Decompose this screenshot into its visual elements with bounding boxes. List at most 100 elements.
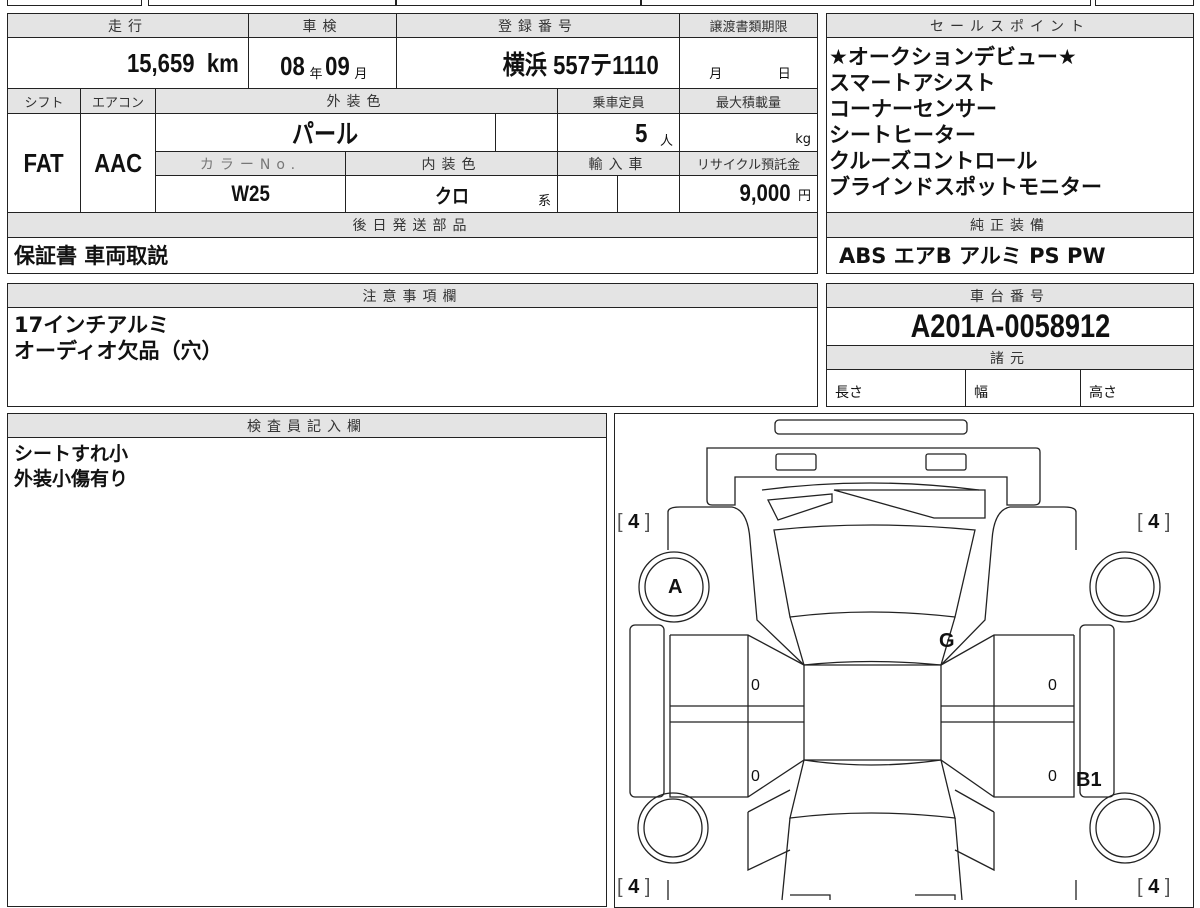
ac-header: エアコン [80, 88, 156, 114]
damage-mark-g: G [939, 630, 955, 652]
interior-color-cell: クロ 系 [345, 175, 558, 213]
bracket: [ [1137, 511, 1143, 533]
day-unit: 日 [777, 67, 791, 82]
equipment-cell: ABS エアB アルミ PS PW [826, 237, 1194, 274]
import-cell [617, 175, 680, 213]
capacity-cell: 5人 [557, 113, 680, 152]
capacity-unit: 人 [659, 134, 673, 149]
mileage-value: 15,659 [126, 47, 195, 78]
later-parts-value: 保証書 車両取説 [14, 243, 169, 268]
bracket: [ [617, 876, 623, 898]
inspection-header: 車検 [248, 13, 397, 38]
tire-tread-value: 4 [1148, 876, 1160, 898]
equipment-header: 純正装備 [826, 212, 1194, 238]
spec-height: 高さ [1080, 369, 1194, 407]
tire-front-left: [ 4 ] [617, 511, 650, 534]
inspection-year: 08 [279, 51, 305, 81]
sales-point-item: クルーズコントロール [829, 149, 1038, 173]
color-no-header: カラーNo. [155, 151, 346, 176]
tire-rear-right: [ 4 ] [1137, 876, 1170, 899]
inspection-month: 09 [324, 51, 350, 81]
tire-tread-value: 4 [628, 876, 640, 898]
inspector-body: シートすれ小 外装小傷有り [7, 437, 607, 907]
tire-rear-left: [ 4 ] [617, 876, 650, 899]
recycle-fee: 9,000 [739, 180, 791, 207]
note-line: オーディオ欠品（穴） [14, 339, 223, 363]
top-cell [7, 0, 142, 6]
import-cell [557, 175, 618, 213]
inspector-line: シートすれ小 [14, 443, 129, 465]
later-parts-cell: 保証書 車両取説 [7, 237, 818, 274]
exterior-color-extra [495, 113, 558, 152]
spec-length: 長さ [826, 369, 966, 407]
equipment-value: ABS エアB アルミ PS PW [839, 243, 1106, 268]
top-cell [641, 0, 1091, 6]
import-header: 輸入車 [557, 151, 680, 176]
door-mark: 0 [751, 677, 760, 694]
registration-cell: 横浜 557テ1110 [396, 37, 680, 89]
spec-header: 諸元 [826, 345, 1194, 370]
notes-body: 17インチアルミ オーディオ欠品（穴） [7, 307, 818, 407]
sales-points-header: セールスポイント [826, 13, 1194, 38]
bracket: ] [1164, 511, 1171, 533]
door-mark: 0 [751, 768, 760, 785]
top-cell [1095, 0, 1194, 6]
inspector-header: 検査員記入欄 [7, 413, 607, 438]
exterior-color-cell: パール [155, 113, 496, 152]
bracket: ] [644, 876, 651, 898]
max-load-unit: kg [795, 132, 811, 147]
top-cell [396, 0, 641, 6]
door-mark: 0 [1048, 768, 1057, 785]
damage-mark-b1: B1 [1076, 769, 1102, 791]
registration-header: 登録番号 [396, 13, 680, 38]
notes-header: 注意事項欄 [7, 283, 818, 308]
inspector-line: 外装小傷有り [14, 468, 129, 490]
chassis-cell: A201A-0058912 [826, 307, 1194, 346]
bracket: ] [1164, 876, 1171, 898]
tire-front-right: [ 4 ] [1137, 511, 1170, 534]
recycle-unit: 円 [797, 188, 811, 204]
exterior-color-header: 外装色 [155, 88, 558, 114]
bracket: [ [617, 511, 623, 533]
recycle-header: リサイクル預託金 [679, 151, 818, 176]
interior-color-header: 内装色 [345, 151, 558, 176]
color-no-cell: W25 [155, 175, 346, 213]
interior-suffix: 系 [537, 194, 551, 209]
sales-point-item: コーナーセンサー [829, 97, 997, 121]
ac-value: AAC [94, 147, 142, 178]
tire-tread-value: 4 [1148, 511, 1160, 533]
shift-header: シフト [7, 88, 81, 114]
bracket: [ [1137, 876, 1143, 898]
spec-width: 幅 [965, 369, 1081, 407]
sales-points-list: ★オークションデビュー★ スマートアシスト コーナーセンサー シートヒーター ク… [826, 37, 1194, 213]
sales-point-item: シートヒーター [829, 123, 976, 147]
later-parts-header: 後日発送部品 [7, 212, 818, 238]
year-unit: 年 [309, 67, 323, 82]
mileage-unit: km [207, 47, 240, 78]
damage-mark-a: A [668, 576, 683, 598]
note-line: 17インチアルミ [14, 313, 170, 337]
inspection-cell: 08 年 09 月 [248, 37, 397, 89]
recycle-cell: 9,000 円 [679, 175, 818, 213]
max-load-cell: kg [679, 113, 818, 152]
transfer-deadline-header: 譲渡書類期限 [679, 13, 818, 38]
capacity-value: 5 [634, 118, 647, 148]
bracket: ] [644, 511, 651, 533]
sales-point-item: ブラインドスポットモニター [829, 175, 1102, 199]
chassis-header: 車台番号 [826, 283, 1194, 308]
exterior-color-value: パール [292, 119, 359, 149]
max-load-header: 最大積載量 [679, 88, 818, 114]
capacity-header: 乗車定員 [557, 88, 680, 114]
door-mark: 0 [1048, 677, 1057, 694]
mileage-cell: 15,659 km [7, 37, 249, 89]
shift-cell: FAT [7, 113, 81, 213]
car-diagram: .dl{position:absolute;font-weight:bold;f… [614, 413, 1194, 908]
interior-color-value: クロ [434, 185, 469, 208]
ac-cell: AAC [80, 113, 156, 213]
month-unit: 月 [709, 67, 723, 82]
month-unit: 月 [354, 67, 368, 82]
car-outline [628, 418, 1161, 900]
mileage-header: 走行 [7, 13, 249, 38]
transfer-deadline-cell: 月日 [679, 37, 818, 89]
top-cell [148, 0, 396, 6]
